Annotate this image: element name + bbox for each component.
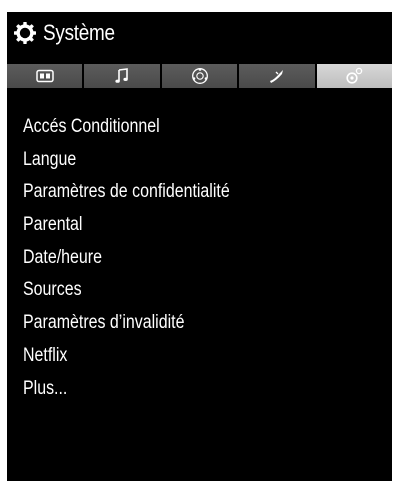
menu-item-more[interactable]: Plus... [23, 373, 230, 406]
system-menu-panel: Système Accés Conditionnel Langue Paramè… [7, 12, 393, 481]
category-tab-bar [7, 64, 393, 88]
satellite-dish-icon [268, 68, 286, 84]
music-note-icon [115, 68, 129, 84]
menu-item-accessibility-settings[interactable]: Paramètres d’invalidité [23, 307, 230, 340]
menu-item-privacy-settings[interactable]: Paramètres de confidentialité [23, 176, 230, 209]
picture-icon [35, 69, 54, 83]
menu-item-parental[interactable]: Parental [23, 209, 230, 242]
menu-item-language[interactable]: Langue [23, 144, 230, 177]
tab-picture[interactable] [7, 64, 83, 88]
tab-installation[interactable] [239, 64, 315, 88]
title-bar: Système [7, 12, 392, 57]
menu-item-netflix[interactable]: Netflix [23, 340, 230, 373]
menu-item-date-time[interactable]: Date/heure [23, 242, 230, 275]
tab-system[interactable] [316, 64, 393, 88]
menu-title: Système [43, 20, 115, 45]
globe-network-icon [191, 67, 209, 85]
gear-icon [13, 21, 37, 45]
settings-gear-icon [345, 67, 363, 85]
menu-item-sources[interactable]: Sources [23, 274, 230, 307]
settings-menu-list: Accés Conditionnel Langue Paramètres de … [23, 111, 269, 405]
menu-item-conditional-access[interactable]: Accés Conditionnel [23, 111, 230, 144]
tab-sound[interactable] [84, 64, 160, 88]
tab-network[interactable] [161, 64, 238, 88]
